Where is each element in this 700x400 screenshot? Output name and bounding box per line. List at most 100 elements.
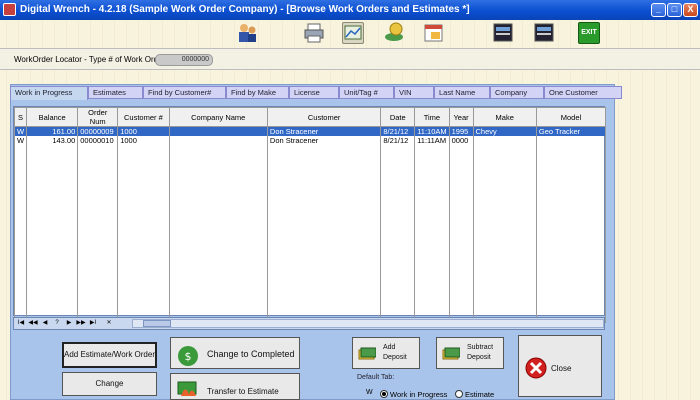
grid-empty-area [13, 145, 607, 323]
app-icon [3, 3, 16, 16]
add-deposit-label-2: Deposit [383, 354, 407, 361]
locator-bar: WorkOrder Locator - Type # of Work Order… [0, 48, 700, 70]
locator-input[interactable]: 0000000 [155, 54, 213, 66]
cell-make: Chevy [472, 126, 537, 136]
column-header-s[interactable]: S [13, 107, 28, 127]
title-bar: Digital Wrench - 4.2.18 (Sample Work Ord… [0, 0, 700, 20]
cell-customer: Don Stracener [266, 136, 382, 145]
cell-balance: 143.00 [26, 136, 79, 145]
record-navigator: I◀ ◀◀ ◀ ? ▶ ▶▶ ▶I ✕ [13, 317, 605, 330]
cell-date: 8/21/12 [380, 136, 416, 145]
column-header-year[interactable]: Year [448, 107, 474, 127]
money-bag-icon: $ [178, 346, 198, 366]
nav-first-button[interactable]: I◀ [16, 319, 26, 328]
cell-year: 0000 [448, 136, 474, 145]
transfer-to-estimate-button[interactable]: Transfer to Estimate [170, 373, 300, 400]
table-row[interactable]: W 161.00 00000009 1000 Don Stracener 8/2… [13, 126, 607, 136]
column-header-balance[interactable]: Balance [26, 107, 79, 127]
exit-button[interactable]: EXIT [578, 22, 600, 44]
nav-find-button[interactable]: ? [52, 319, 62, 328]
tab-find-by-customer[interactable]: Find by Customer# [143, 86, 226, 99]
change-to-completed-label: Change to Completed [207, 349, 295, 359]
grid-header: S Balance Order Num Customer # Company N… [13, 107, 607, 127]
tab-strip: Work in Progress Estimates Find by Custo… [10, 86, 622, 100]
add-deposit-button[interactable]: Add Deposit [352, 337, 420, 369]
column-header-make[interactable]: Make [472, 107, 537, 127]
change-to-completed-button[interactable]: $ Change to Completed [170, 337, 300, 369]
cell-status: W [13, 126, 28, 136]
screen-icon-2[interactable] [533, 22, 555, 44]
tab-work-in-progress[interactable]: Work in Progress [10, 86, 88, 100]
money-icon[interactable] [383, 22, 405, 44]
cell-customer-num: 1000 [117, 136, 170, 145]
cell-year: 1995 [448, 126, 474, 136]
add-deposit-label-1: Add [383, 344, 396, 351]
printer-icon[interactable] [303, 22, 325, 44]
subtract-deposit-label-2: Deposit [467, 354, 491, 361]
radio-estimate[interactable] [455, 390, 463, 398]
calendar-icon[interactable] [423, 22, 445, 44]
column-header-date[interactable]: Date [380, 107, 416, 127]
tab-vin[interactable]: VIN [394, 86, 434, 99]
tab-unit-tag[interactable]: Unit/Tag # [339, 86, 394, 99]
window-title: Digital Wrench - 4.2.18 (Sample Work Ord… [20, 4, 470, 15]
tab-find-by-make[interactable]: Find by Make [226, 86, 289, 99]
transfer-to-estimate-label: Transfer to Estimate [207, 387, 279, 396]
deposit-icon [442, 347, 460, 360]
cell-customer-num: 1000 [117, 126, 170, 136]
column-header-company-name[interactable]: Company Name [168, 107, 268, 127]
cell-make [472, 136, 537, 145]
screen-icon[interactable] [492, 22, 514, 44]
tab-company[interactable]: Company [490, 86, 544, 99]
default-tab-label: Default Tab: [357, 374, 395, 381]
tab-license[interactable]: License [289, 86, 339, 99]
column-header-model[interactable]: Model [535, 107, 607, 127]
nav-next-page-button[interactable]: ▶▶ [76, 319, 86, 328]
cell-balance: 161.00 [26, 126, 79, 136]
tab-estimates[interactable]: Estimates [88, 86, 143, 99]
scrollbar-thumb[interactable] [143, 320, 171, 327]
cell-order-num: 00000010 [77, 136, 119, 145]
nav-next-button[interactable]: ▶ [64, 319, 74, 328]
column-header-customer-num[interactable]: Customer # [117, 107, 170, 127]
minimize-button[interactable]: _ [651, 3, 666, 17]
tab-one-customer[interactable]: One Customer [544, 86, 622, 99]
fire-money-icon [177, 381, 197, 396]
add-estimate-work-order-button[interactable]: Add Estimate/Work Order [62, 342, 157, 368]
radio-work-in-progress[interactable] [380, 390, 388, 398]
nav-cancel-button[interactable]: ✕ [104, 319, 114, 328]
change-label: Change [95, 379, 124, 388]
work-order-grid[interactable]: S Balance Order Num Customer # Company N… [13, 106, 607, 323]
nav-prev-page-button[interactable]: ◀◀ [28, 319, 38, 328]
customers-icon[interactable] [236, 22, 258, 44]
cell-company-name [168, 136, 268, 145]
nav-prev-button[interactable]: ◀ [40, 319, 50, 328]
change-button[interactable]: Change [62, 372, 157, 396]
maximize-button[interactable]: □ [667, 3, 682, 17]
default-tab-prefix: W [366, 389, 373, 396]
close-label: Close [551, 364, 572, 373]
close-window-button[interactable]: X [683, 3, 698, 17]
cell-status: W [13, 136, 28, 145]
locator-label: WorkOrder Locator - Type # of Work Order [14, 55, 166, 64]
nav-last-button[interactable]: ▶I [88, 319, 98, 328]
column-header-order-num[interactable]: Order Num [77, 107, 119, 127]
subtract-deposit-label-1: Subtract [467, 344, 494, 351]
close-button[interactable]: Close [518, 335, 602, 397]
horizontal-scrollbar[interactable] [132, 319, 604, 328]
browse-work-orders-icon[interactable] [342, 22, 364, 44]
tab-last-name[interactable]: Last Name [434, 86, 490, 99]
cell-date: 8/21/12 [380, 126, 416, 136]
column-header-time[interactable]: Time [414, 107, 450, 127]
add-estimate-label: Add Estimate/Work Order [64, 350, 155, 359]
radio-selected-dot [382, 392, 386, 396]
radio-work-in-progress-label: Work in Progress [390, 390, 448, 399]
cell-order-num: 00000009 [77, 126, 119, 136]
subtract-deposit-button[interactable]: Subtract Deposit [436, 337, 504, 369]
cell-time: 11:10AM [414, 126, 450, 136]
close-icon [525, 357, 547, 379]
column-header-customer[interactable]: Customer [266, 107, 382, 127]
svg-text:$: $ [185, 350, 192, 363]
cell-customer: Don Stracener [266, 126, 382, 136]
table-row[interactable]: W 143.00 00000010 1000 Don Stracener 8/2… [13, 136, 607, 145]
